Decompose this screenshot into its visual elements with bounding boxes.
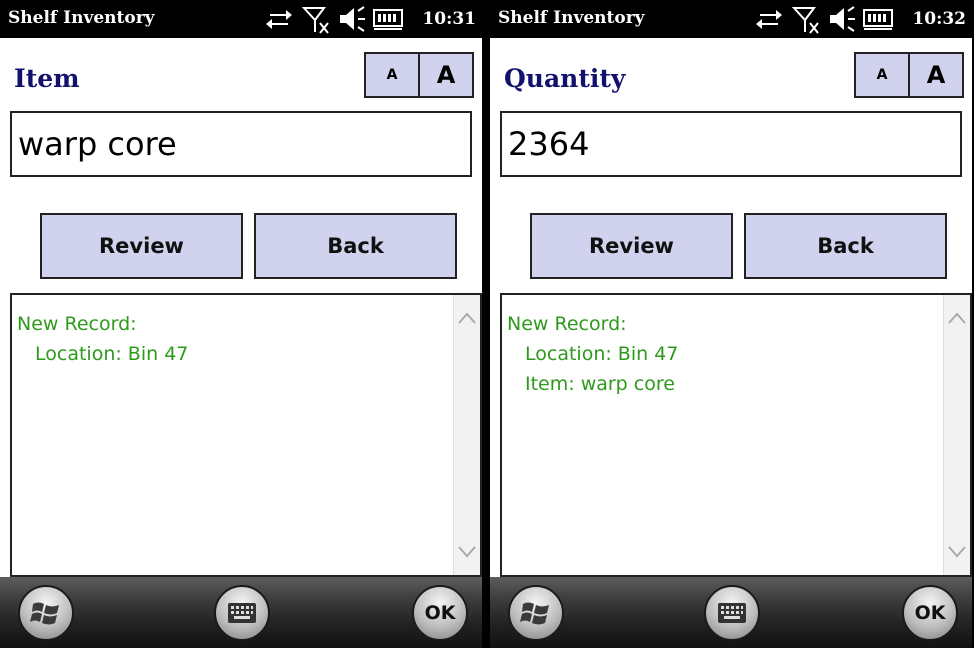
scrollbar[interactable] [453, 295, 480, 575]
field-label: Item [14, 64, 80, 93]
sync-arrows-icon [266, 10, 292, 29]
ok-icon: OK [914, 602, 946, 624]
log-header: New Record: [17, 313, 137, 335]
log-line: Location: Bin 47 [525, 343, 679, 365]
review-button[interactable]: Review [40, 213, 243, 279]
item-input[interactable]: warp core [10, 111, 472, 177]
windows-start-icon [520, 602, 549, 625]
review-button[interactable]: Review [530, 213, 733, 279]
device-screen-left: Shelf Inventory 10:31 Item A A warp core… [0, 0, 482, 648]
quantity-input[interactable]: 2364 [500, 111, 962, 177]
scroll-down-arrow[interactable] [944, 537, 970, 567]
start-button[interactable] [508, 585, 564, 641]
status-bar: Shelf Inventory [0, 0, 482, 38]
speaker-icon [830, 6, 855, 32]
font-small-button[interactable]: A [366, 54, 420, 96]
keyboard-icon [228, 603, 256, 623]
keyboard-button[interactable] [704, 585, 760, 641]
taskbar: OK [0, 577, 482, 648]
app-title: Shelf Inventory [8, 8, 155, 28]
windows-start-icon [30, 602, 59, 625]
chevron-down-icon [458, 546, 476, 558]
no-signal-icon [302, 7, 329, 34]
chevron-down-icon [948, 546, 966, 558]
stage: Shelf Inventory 10:31 Item A A warp core… [0, 0, 974, 648]
clock: 10:32 [912, 9, 966, 29]
font-large-button[interactable]: A [420, 54, 472, 96]
record-log: New Record: Location: Bin 47 [10, 293, 482, 577]
sync-arrows-icon [756, 10, 782, 29]
log-header: New Record: [507, 313, 627, 335]
font-small-button[interactable]: A [856, 54, 910, 96]
back-button[interactable]: Back [254, 213, 457, 279]
app-title: Shelf Inventory [498, 8, 645, 28]
battery-icon [863, 9, 893, 30]
back-button[interactable]: Back [744, 213, 947, 279]
log-line: Item: warp core [525, 373, 675, 395]
log-line: Location: Bin 47 [35, 343, 189, 365]
scroll-up-arrow[interactable] [944, 303, 970, 333]
battery-icon [373, 9, 403, 30]
start-button[interactable] [18, 585, 74, 641]
taskbar: OK [490, 577, 972, 648]
log-text: New Record: Location: Bin 47 Item: warp … [507, 309, 678, 399]
scroll-down-arrow[interactable] [454, 537, 480, 567]
no-signal-icon [792, 7, 819, 34]
speaker-icon [340, 6, 365, 32]
keyboard-button[interactable] [214, 585, 270, 641]
font-large-button[interactable]: A [910, 54, 962, 96]
keyboard-icon [718, 603, 746, 623]
ok-button[interactable]: OK [902, 585, 958, 641]
device-screen-right: Shelf Inventory 10:32 Quantity A A 2364 … [490, 0, 972, 648]
status-bar: Shelf Inventory [490, 0, 972, 38]
ok-button[interactable]: OK [412, 585, 468, 641]
chevron-up-icon [458, 312, 476, 324]
field-label: Quantity [504, 64, 626, 93]
scroll-up-arrow[interactable] [454, 303, 480, 333]
chevron-up-icon [948, 312, 966, 324]
log-text: New Record: Location: Bin 47 [17, 309, 188, 369]
scrollbar[interactable] [943, 295, 970, 575]
record-log: New Record: Location: Bin 47 Item: warp … [500, 293, 972, 577]
font-size-toggle: A A [854, 52, 964, 98]
font-size-toggle: A A [364, 52, 474, 98]
ok-icon: OK [424, 602, 456, 624]
clock: 10:31 [422, 9, 476, 29]
